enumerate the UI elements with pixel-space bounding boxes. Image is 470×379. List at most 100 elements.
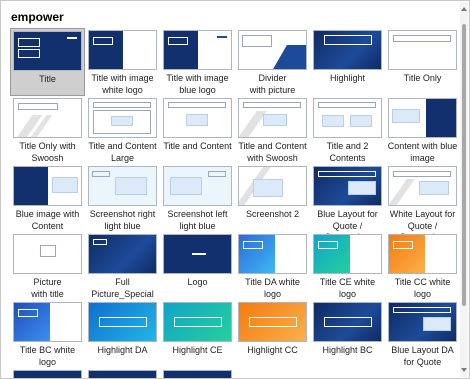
layout-thumbnail [163,234,232,274]
layout-label: Title Only with Swoosh [19,141,76,163]
layout-screenshot-right-light-blue[interactable]: Screenshot right light blue [85,164,160,232]
layout-highlight-bc[interactable]: Highlight BC [310,300,385,368]
layout-partial-row[interactable] [10,368,85,378]
layout-title-with-image-white-logo[interactable]: Title with image white logo [85,28,160,96]
layout-label: Title and Content Large [88,141,157,163]
layout-highlight-cc[interactable]: Highlight CC [235,300,310,368]
layout-thumbnail [88,370,157,378]
layout-title-only-with-swoosh[interactable]: Title Only with Swoosh [10,96,85,164]
layout-label: Screenshot left light blue [167,209,228,231]
layout-label: Title and 2 Contents [326,141,369,163]
layout-thumbnail [163,370,232,378]
layout-divider-with-picture[interactable]: Divider with picture [235,28,310,96]
layout-picture-with-title[interactable]: Picture with title [10,232,85,300]
layout-thumbnail [313,234,382,274]
layout-label: Logo [187,277,208,287]
layout-title-bc-white-logo[interactable]: Title BC white logo [10,300,85,368]
layout-full-picture-special[interactable]: Full Picture_Special [85,232,160,300]
layout-thumbnail [388,234,457,274]
layout-title-and-content-large[interactable]: Title and Content Large [85,96,160,164]
layout-white-layout-for-quote-screenshot[interactable]: White Layout for Quote / Screensh... [385,164,460,242]
layout-screenshot-left-light-blue[interactable]: Screenshot left light blue [160,164,235,232]
layout-label: Title [39,74,56,84]
layout-title-with-image-blue-logo[interactable]: Title with image blue logo [160,28,235,96]
layout-title-only[interactable]: Title Only [385,28,460,96]
layout-thumbnail [163,302,232,342]
layout-partial-row[interactable] [160,368,235,378]
layout-thumbnail [313,98,382,138]
layout-label: Highlight CC [247,345,298,355]
layout-thumbnail [13,234,82,274]
layout-thumbnail [88,234,157,274]
layout-label: Full Picture_Special [91,277,154,299]
layout-highlight-da[interactable]: Highlight DA [85,300,160,368]
layout-thumbnail [13,98,82,138]
layout-label: Highlight DA [97,345,148,355]
layout-thumbnail [88,98,157,138]
layout-label: Title CC white logo [394,277,451,299]
layout-thumbnail [88,166,157,206]
scrollbar-thumb[interactable] [462,24,466,306]
layout-thumbnail [388,30,457,70]
layout-title-and-content-with-swoosh[interactable]: Title and Content with Swoosh [235,96,310,164]
layout-label: Divider with picture [249,73,296,95]
layout-title-ce-white-logo[interactable]: Title CE white logo [310,232,385,300]
layout-thumbnail [238,234,307,274]
layout-thumbnail [13,166,82,206]
layout-thumbnail [313,166,382,206]
gallery-header: empower [11,10,64,24]
layout-title-da-white-logo[interactable]: Title DA white logo [235,232,310,300]
layout-thumbnail [238,30,307,70]
layout-blue-image-with-content[interactable]: Blue image with Content [10,164,85,232]
layout-label: Highlight BC [322,345,373,355]
layout-label: Screenshot right light blue [89,209,156,231]
layout-label: Title Only [403,73,442,83]
layout-logo[interactable]: Logo [160,232,235,300]
layout-label: Highlight [329,73,366,83]
layout-thumbnail [238,98,307,138]
layout-label: Title DA white logo [245,277,300,299]
scroll-up-arrow-icon[interactable] [461,7,467,11]
layout-thumbnail [163,166,232,206]
layout-label: Highlight CE [172,345,223,355]
layout-screenshot-2[interactable]: Screenshot 2 [235,164,310,232]
layout-thumbnail [238,166,307,206]
layout-thumbnail [13,302,82,342]
layout-label: Content with blue image [387,141,458,163]
layout-label: Blue Layout DA for Quote [391,345,454,367]
layout-thumbnail [13,31,82,71]
layout-blue-layout-da-for-quote[interactable]: Blue Layout DA for Quote [385,300,460,368]
layout-blue-layout-for-quote-screenshot[interactable]: Blue Layout for Quote / Screensh... [310,164,385,242]
layout-highlight[interactable]: Highlight [310,28,385,96]
layout-thumbnail [313,30,382,70]
layout-title-and-content[interactable]: Title and Content [160,96,235,164]
layout-label: Title and Content with Swoosh [238,141,307,163]
layout-label: Picture with title [31,277,64,299]
layout-title[interactable]: Title [10,28,85,96]
vertical-scrollbar[interactable] [460,2,468,377]
layout-label: Title and Content [163,141,232,151]
layout-thumbnail [163,30,232,70]
layout-thumbnail [163,98,232,138]
layout-label: Title CE white logo [319,277,376,299]
layout-title-and-2-contents[interactable]: Title and 2 Contents [310,96,385,164]
layout-thumbnail [88,30,157,70]
layout-label: Screenshot 2 [245,209,300,219]
layout-label: Title with image blue logo [166,73,229,95]
layout-content-with-blue-image[interactable]: Content with blue image [385,96,460,164]
layout-thumbnail [13,370,82,378]
layout-gallery: empower Title Title with image white log… [0,0,470,379]
layout-thumbnail [313,302,382,342]
layout-highlight-ce[interactable]: Highlight CE [160,300,235,368]
layout-title-cc-white-logo[interactable]: Title CC white logo [385,232,460,300]
scroll-down-arrow-icon[interactable] [461,368,467,372]
layout-partial-row[interactable] [85,368,160,378]
layout-label: Title BC white logo [19,345,76,367]
layout-label: Blue image with Content [15,209,80,231]
layout-thumbnail [238,302,307,342]
layout-thumbnail [88,302,157,342]
layout-thumbnail [388,302,457,342]
layout-label: Title with image white logo [91,73,154,95]
layout-thumbnail [388,98,457,138]
layout-thumbnail [388,166,457,206]
